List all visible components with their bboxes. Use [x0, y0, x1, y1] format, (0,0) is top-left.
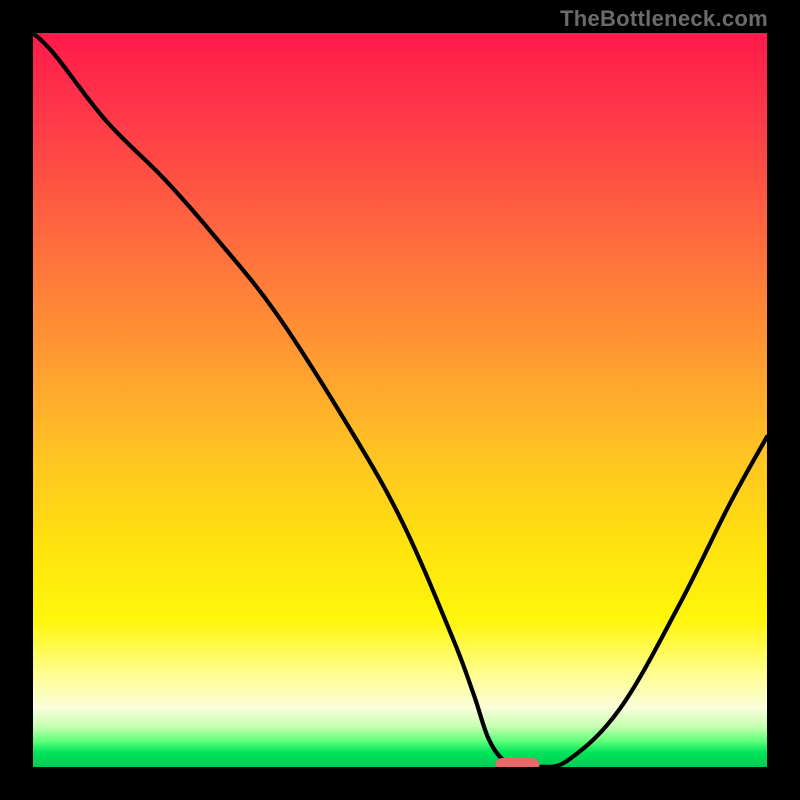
curve-path	[33, 33, 767, 767]
plot-area	[33, 33, 767, 767]
chart-frame: TheBottleneck.com	[0, 0, 800, 800]
bottleneck-curve	[33, 33, 767, 767]
optimal-marker-pill	[495, 758, 539, 767]
watermark-text: TheBottleneck.com	[560, 6, 768, 32]
curve-layer	[33, 33, 767, 767]
optimal-marker	[495, 758, 539, 767]
